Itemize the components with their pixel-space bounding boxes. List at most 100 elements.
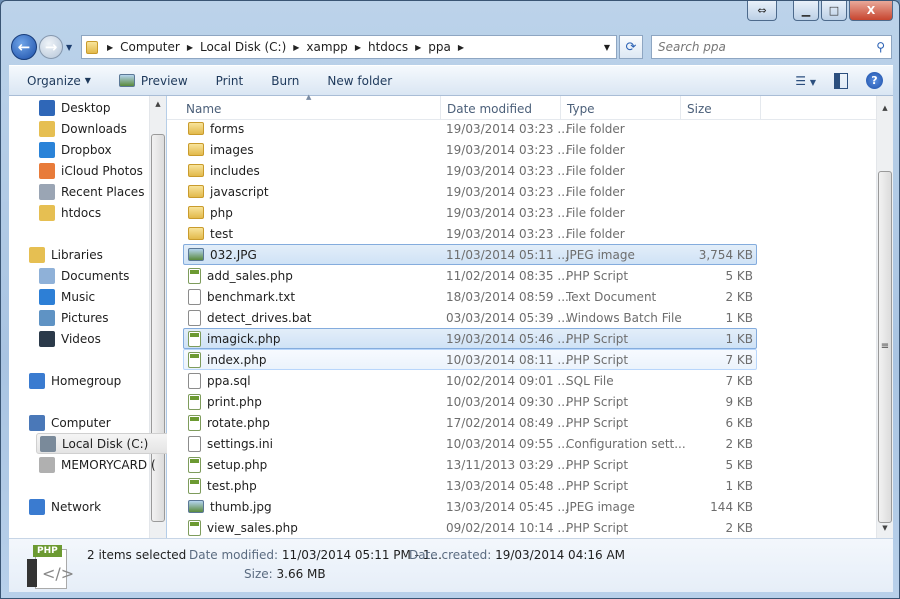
minimize-button[interactable]: ▁ (793, 1, 819, 21)
file-row[interactable]: detect_drives.bat 03/03/2014 05:39 ... Win… (183, 307, 757, 328)
nav-item-desktop[interactable]: Desktop (36, 97, 176, 118)
nav-item-homegroup[interactable]: Homegroup (26, 370, 166, 391)
organize-button[interactable]: Organize ▼ (27, 74, 91, 88)
-computer-icon (29, 414, 45, 431)
file-row[interactable]: imagick.php 19/03/2014 05:46 ... PHP Scrip… (183, 328, 757, 349)
help-icon[interactable]: ? (866, 72, 883, 89)
print-button[interactable]: Print (216, 74, 244, 88)
file-row[interactable]: includes 19/03/2014 03:23 ... File folder (183, 160, 757, 181)
column-date-modified[interactable]: Date modified (447, 102, 532, 116)
file-row[interactable]: benchmark.txt 18/03/2014 08:59 ... Text Do… (183, 286, 757, 307)
photo-thumbnail (27, 559, 37, 587)
file-row[interactable]: settings.ini 10/03/2014 09:55 ... Configur… (183, 433, 757, 454)
file-list: ▲ Name Date modified Type Size ▲ ≡ ▼ for… (167, 93, 893, 538)
nav-item-dropbox[interactable]: Dropbox (36, 139, 176, 160)
address-dropdown-icon[interactable]: ▼ (604, 43, 610, 52)
file-name-text: imagick.php (207, 331, 281, 346)
file-name: test (188, 227, 233, 241)
file-type: File folder (566, 184, 625, 199)
close-button[interactable]: X (849, 1, 893, 21)
file-row[interactable]: thumb.jpg 13/03/2014 05:45 ... JPEG image 1… (183, 496, 757, 517)
-libraries-icon (29, 246, 45, 263)
nav-item-computer[interactable]: Computer (26, 412, 166, 433)
label: Size: (244, 567, 273, 581)
file-name: javascript (188, 185, 269, 199)
file-row[interactable]: test 19/03/2014 03:23 ... File folder (183, 223, 757, 244)
back-button[interactable]: ← (11, 34, 37, 60)
search-input[interactable]: Search ppa ⚲ (651, 35, 892, 59)
nav-item-videos[interactable]: Videos (36, 328, 176, 349)
breadcrumb-htdocs[interactable]: htdocs (368, 40, 408, 54)
column-divider[interactable] (560, 96, 561, 120)
recent-pages-dropdown[interactable]: ▼ (66, 43, 72, 52)
nav-item-downloads[interactable]: Downloads (36, 118, 176, 139)
php-file-icon (188, 477, 201, 494)
file-row[interactable]: forms 19/03/2014 03:23 ... File folder (183, 118, 757, 139)
breadcrumb-ppa[interactable]: ppa (428, 40, 451, 54)
file-row[interactable]: images 19/03/2014 03:23 ... File folder (183, 139, 757, 160)
folder-icon (86, 40, 98, 54)
file-name-text: benchmark.txt (207, 289, 296, 304)
breadcrumb-separator-icon[interactable]: ▶ (355, 43, 361, 52)
nav-item-htdocs[interactable]: htdocs (36, 202, 176, 223)
breadcrumb-separator-icon[interactable]: ▶ (458, 43, 464, 52)
file-date: 10/03/2014 09:30 ... (446, 394, 569, 409)
file-name-text: setup.php (207, 457, 268, 472)
file-date: 09/02/2014 10:14 ... (446, 520, 569, 535)
file-row[interactable]: rotate.php 17/02/2014 08:49 ... PHP Script… (183, 412, 757, 433)
new-folder-button[interactable]: New folder (327, 74, 392, 88)
nav-item-libraries[interactable]: Libraries (26, 244, 166, 265)
change-view-button[interactable]: ☰ ▼ (795, 74, 816, 88)
preview-button[interactable]: Preview (118, 74, 188, 88)
nav-item-documents[interactable]: Documents (36, 265, 176, 286)
file-type: Configuration sett... (566, 436, 686, 451)
breadcrumb-separator-icon[interactable]: ▶ (415, 43, 421, 52)
breadcrumb-separator-icon[interactable]: ▶ (187, 43, 193, 52)
file-list-scrollbar[interactable]: ▲ ≡ ▼ (876, 96, 893, 538)
scroll-down-arrow[interactable]: ▼ (877, 524, 893, 532)
column-name[interactable]: Name (186, 102, 221, 116)
breadcrumb-local-disk-c-[interactable]: Local Disk (C:) (200, 40, 286, 54)
file-row[interactable]: javascript 19/03/2014 03:23 ... File folde… (183, 181, 757, 202)
breadcrumb-separator-icon[interactable]: ▶ (107, 43, 113, 52)
file-name-text: rotate.php (207, 415, 270, 430)
column-divider[interactable] (680, 96, 681, 120)
file-row[interactable]: 032.JPG 11/03/2014 05:11 ... JPEG image 3,7… (183, 244, 757, 265)
scroll-up-arrow[interactable]: ▲ (877, 104, 893, 112)
nav-item-memorycard[interactable]: MEMORYCARD ( (36, 454, 176, 475)
breadcrumb-separator-icon[interactable]: ▶ (293, 43, 299, 52)
file-row[interactable]: ppa.sql 10/02/2014 09:01 ... SQL File 7 KB (183, 370, 757, 391)
nav-item-network[interactable]: Network (26, 496, 166, 517)
address-bar[interactable]: ▶ Computer ▶ Local Disk (C:) ▶ xampp ▶ htdocs ▶ p… (81, 35, 617, 59)
nav-item-network-label: Network (51, 499, 102, 514)
nav-item-music[interactable]: Music (36, 286, 176, 307)
file-date: 10/03/2014 09:55 ... (446, 436, 569, 451)
refresh-button[interactable]: ⟳ (619, 35, 643, 59)
column-divider[interactable] (760, 96, 761, 120)
file-row[interactable]: index.php 10/03/2014 08:11 ... PHP Script 7… (183, 349, 757, 370)
column-size[interactable]: Size (687, 102, 712, 116)
column-divider[interactable] (440, 96, 441, 120)
-desktop-icon (39, 99, 55, 116)
file-row[interactable]: test.php 13/03/2014 05:48 ... PHP Script 1 … (183, 475, 757, 496)
-homegroup-icon (29, 372, 45, 389)
breadcrumb-xampp[interactable]: xampp (306, 40, 347, 54)
column-type[interactable]: Type (567, 102, 595, 116)
file-row[interactable]: add_sales.php 11/02/2014 08:35 ... PHP Scr… (183, 265, 757, 286)
breadcrumb-computer[interactable]: Computer (120, 40, 180, 54)
resize-button[interactable]: ⇔ (747, 1, 777, 21)
nav-item-pictures[interactable]: Pictures (36, 307, 176, 328)
file-row[interactable]: print.php 10/03/2014 09:30 ... PHP Script 9… (183, 391, 757, 412)
file-row[interactable]: setup.php 13/11/2013 03:29 ... PHP Script 5… (183, 454, 757, 475)
nav-item-icloud-photos[interactable]: iCloud Photos (36, 160, 176, 181)
file-row[interactable]: php 19/03/2014 03:23 ... File folder (183, 202, 757, 223)
burn-button[interactable]: Burn (271, 74, 299, 88)
nav-item-recent-places[interactable]: Recent Places (36, 181, 176, 202)
preview-pane-icon[interactable] (834, 72, 848, 89)
maximize-button[interactable]: □ (821, 1, 847, 21)
forward-button[interactable]: → (39, 35, 63, 59)
file-row[interactable]: view_sales.php 09/02/2014 10:14 ... PHP Sc… (183, 517, 757, 538)
search-icon[interactable]: ⚲ (876, 40, 885, 54)
file-name: php (188, 206, 233, 220)
nav-item-local-disk-c[interactable]: Local Disk (C:) (36, 433, 176, 454)
